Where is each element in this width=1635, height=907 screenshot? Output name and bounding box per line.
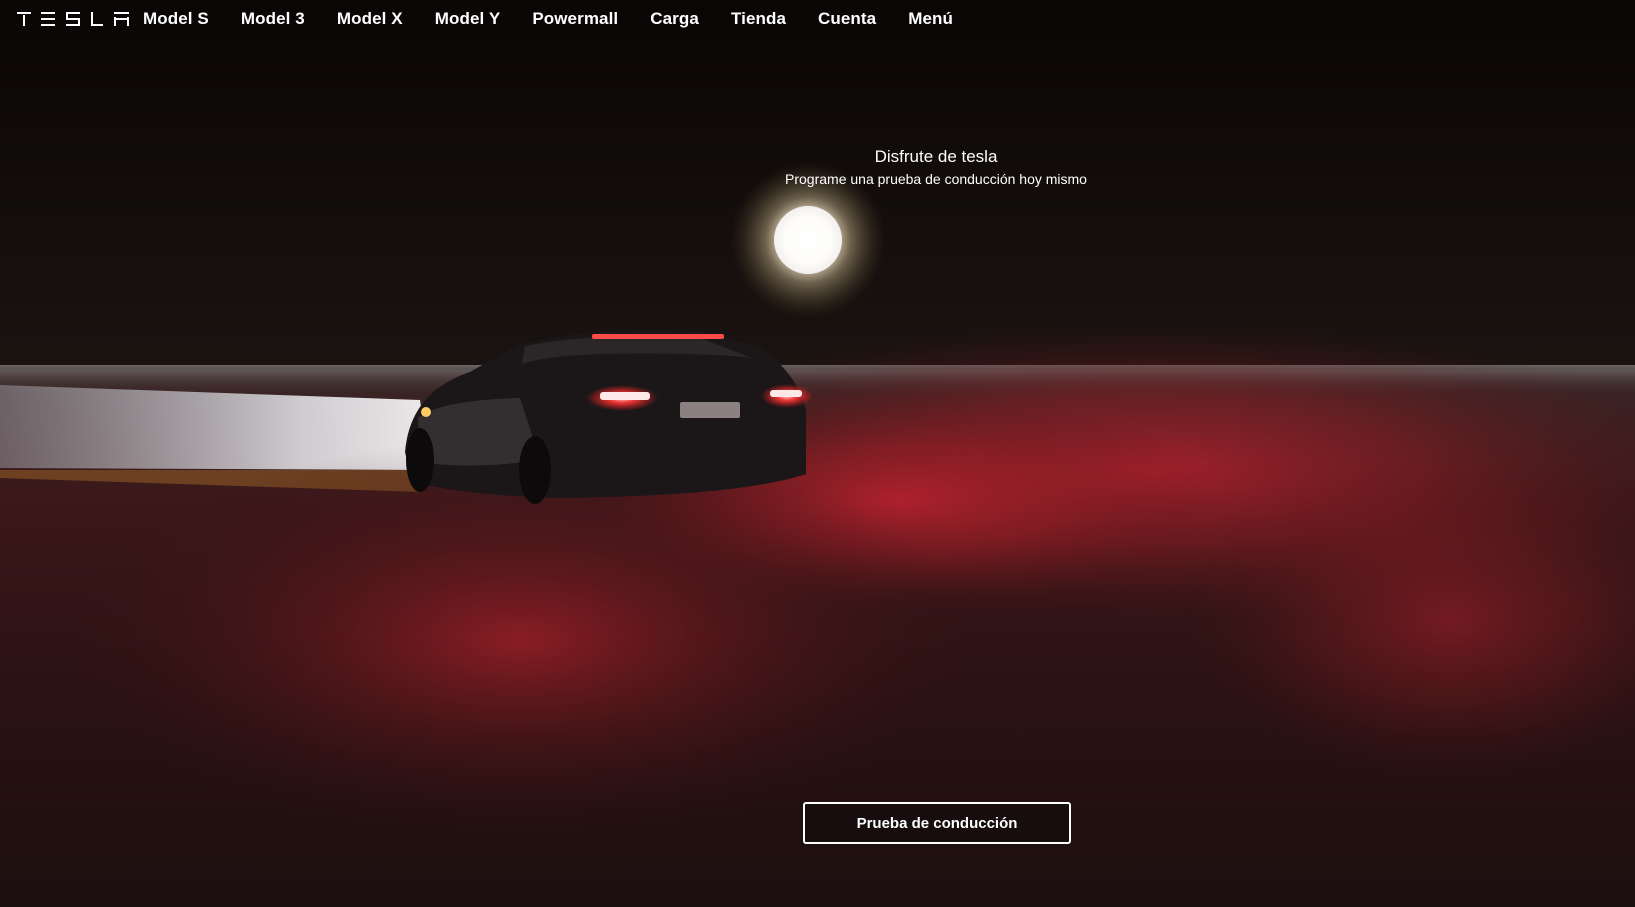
top-navigation: Model S Model 3 Model X Model Y Powermal… [0, 0, 1635, 38]
nav-model-3[interactable]: Model 3 [241, 9, 305, 29]
hero-background-image [0, 0, 1635, 907]
hero-subtitle: Programe una prueba de conducción hoy mi… [785, 171, 1087, 187]
nav-powermall[interactable]: Powermall [532, 9, 618, 29]
nav-carga[interactable]: Carga [650, 9, 699, 29]
nav-tienda[interactable]: Tienda [731, 9, 786, 29]
nav-menu[interactable]: Menú [908, 9, 953, 29]
hero-title: Disfrute de tesla [874, 147, 998, 166]
tesla-logo[interactable] [17, 12, 129, 26]
nav-model-s[interactable]: Model S [143, 9, 209, 29]
hero-section: Model S Model 3 Model X Model Y Powermal… [0, 0, 1635, 907]
test-drive-button[interactable]: Prueba de conducción [803, 802, 1071, 844]
nav-model-y[interactable]: Model Y [435, 9, 501, 29]
nav-model-x[interactable]: Model X [337, 9, 403, 29]
tesla-wordmark-icon [17, 12, 129, 26]
hero-promo: Disfrute de tesla Programe una prueba de… [660, 147, 1212, 187]
main-nav: Model S Model 3 Model X Model Y Powermal… [143, 9, 985, 29]
nav-cuenta[interactable]: Cuenta [818, 9, 876, 29]
